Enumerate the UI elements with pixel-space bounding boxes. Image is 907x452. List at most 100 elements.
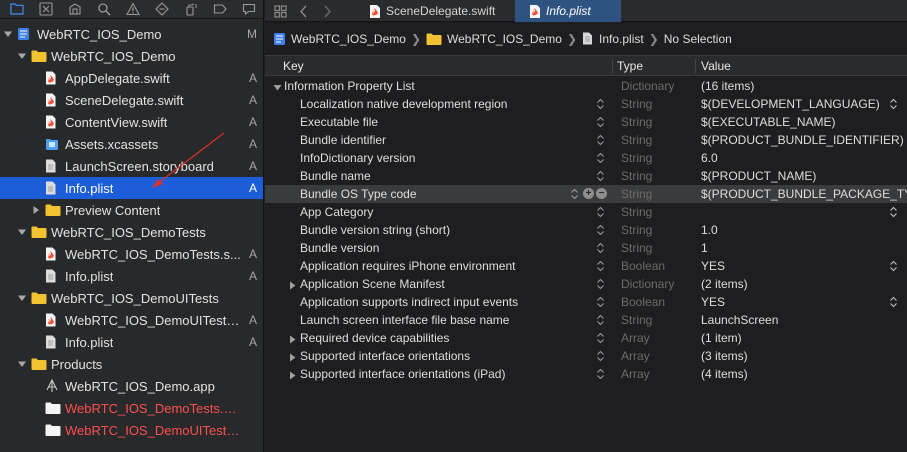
plist-type[interactable]: Boolean [621, 295, 665, 309]
type-column-header[interactable]: Type [617, 59, 643, 73]
file-tree-row[interactable]: Products [0, 353, 263, 375]
plist-value[interactable]: (2 items) [701, 277, 748, 291]
plist-value[interactable]: 1 [701, 241, 708, 255]
key-popup-stepper-icon[interactable] [596, 260, 605, 272]
key-popup-stepper-icon[interactable] [596, 206, 605, 218]
jumpbar-selection[interactable]: No Selection [664, 32, 732, 46]
plist-row[interactable]: Bundle OS Type code + − String $(PRODUCT_BUN… [265, 185, 907, 203]
tab-scenedelegate[interactable]: SceneDelegate.swift [355, 0, 513, 22]
source-control-icon[interactable] [31, 0, 60, 19]
plist-row[interactable]: Application requires iPhone environment B… [265, 257, 907, 275]
key-popup-stepper-icon[interactable] [596, 170, 605, 182]
plist-row[interactable]: Application supports indirect input even… [265, 293, 907, 311]
jumpbar-project[interactable]: WebRTC_IOS_Demo [273, 32, 406, 46]
plist-type[interactable]: String [621, 223, 652, 237]
find-icon[interactable] [89, 0, 118, 19]
key-popup-stepper-icon[interactable] [596, 332, 605, 344]
value-popup-stepper-icon[interactable] [889, 296, 898, 308]
file-tree-row[interactable]: WebRTC_IOS_Demo.app [0, 375, 263, 397]
plist-row[interactable]: Bundle identifier String $(PRODUCT_BUNDLE_… [265, 131, 907, 149]
test-diamond-icon[interactable] [147, 0, 176, 19]
plist-type[interactable]: String [621, 133, 652, 147]
disclosure-closed-icon[interactable] [288, 279, 297, 290]
key-popup-stepper-icon[interactable] [596, 296, 605, 308]
plist-row[interactable]: Application Scene Manifest Dictionary (2 i… [265, 275, 907, 293]
disclosure-open-icon[interactable] [17, 293, 27, 303]
key-popup-stepper-icon[interactable] [570, 188, 579, 200]
plist-value[interactable]: 6.0 [701, 151, 718, 165]
remove-item-button[interactable]: − [596, 188, 607, 199]
back-chevron-icon[interactable] [295, 2, 313, 20]
plist-value[interactable]: (16 items) [701, 79, 754, 93]
disclosure-closed-icon[interactable] [288, 333, 297, 344]
file-tree-row[interactable]: Assets.xcassets A [0, 133, 263, 155]
file-tree-row[interactable]: WebRTC_IOS_DemoUITests.... A [0, 309, 263, 331]
plist-type[interactable]: String [621, 169, 652, 183]
plist-row[interactable]: Supported interface orientations Array (3 … [265, 347, 907, 365]
key-popup-stepper-icon[interactable] [596, 278, 605, 290]
plist-type[interactable]: Array [621, 367, 650, 381]
file-tree-row[interactable]: WebRTC_IOS_Demo [0, 45, 263, 67]
plist-row[interactable]: Launch screen interface file base name St… [265, 311, 907, 329]
disclosure-closed-icon[interactable] [288, 351, 297, 362]
plist-value[interactable]: (4 items) [701, 367, 748, 381]
file-tree-row[interactable]: SceneDelegate.swift A [0, 89, 263, 111]
file-tree-row[interactable]: WebRTC_IOS_DemoTests.xctest [0, 397, 263, 419]
plist-row[interactable]: Bundle version String 1 [265, 239, 907, 257]
plist-row[interactable]: App Category String [265, 203, 907, 221]
disclosure-closed-icon[interactable] [288, 369, 297, 380]
file-tree-row[interactable]: LaunchScreen.storyboard A [0, 155, 263, 177]
plist-type[interactable]: Dictionary [621, 277, 674, 291]
key-popup-stepper-icon[interactable] [596, 98, 605, 110]
file-tree-row[interactable]: WebRTC_IOS_DemoUITests.xct... [0, 419, 263, 441]
plist-type[interactable]: String [621, 97, 652, 111]
file-tree-row[interactable]: Info.plist A [0, 177, 263, 199]
plist-type[interactable]: Array [621, 331, 650, 345]
symbol-icon[interactable] [60, 0, 89, 19]
file-tree-row[interactable]: WebRTC_IOS_DemoTests [0, 221, 263, 243]
key-popup-stepper-icon[interactable] [596, 350, 605, 362]
file-tree-row[interactable]: WebRTC_IOS_DemoUITests [0, 287, 263, 309]
plist-value[interactable]: $(EXECUTABLE_NAME) [701, 115, 835, 129]
plist-row[interactable]: Supported interface orientations (iPad) A… [265, 365, 907, 383]
plist-value[interactable]: $(PRODUCT_NAME) [701, 169, 816, 183]
plist-row[interactable]: Information Property List Dictionary (16 i… [265, 77, 907, 95]
file-tree-row[interactable]: WebRTC_IOS_Demo M [0, 23, 263, 45]
key-popup-stepper-icon[interactable] [596, 242, 605, 254]
disclosure-open-icon[interactable] [17, 227, 27, 237]
plist-type[interactable]: String [621, 151, 652, 165]
plist-value[interactable]: 1.0 [701, 223, 718, 237]
plist-type[interactable]: String [621, 187, 652, 201]
plist-type[interactable]: String [621, 115, 652, 129]
plist-row[interactable]: Executable file String $(EXECUTABLE_NAME) [265, 113, 907, 131]
disclosure-open-icon[interactable] [273, 81, 282, 91]
plist-type[interactable]: String [621, 313, 652, 327]
value-popup-stepper-icon[interactable] [889, 206, 898, 218]
forward-chevron-icon[interactable] [318, 2, 336, 20]
column-divider[interactable] [695, 59, 696, 73]
plist-value[interactable]: (3 items) [701, 349, 748, 363]
plist-value[interactable]: YES [701, 259, 725, 273]
column-divider[interactable] [612, 59, 613, 73]
plist-type[interactable]: Array [621, 349, 650, 363]
report-icon[interactable] [234, 0, 263, 19]
key-popup-stepper-icon[interactable] [596, 224, 605, 236]
key-popup-stepper-icon[interactable] [596, 368, 605, 380]
debug-spray-icon[interactable] [176, 0, 205, 19]
jumpbar-group[interactable]: WebRTC_IOS_Demo [426, 32, 562, 46]
value-column-header[interactable]: Value [701, 59, 731, 73]
plist-row[interactable]: InfoDictionary version String 6.0 [265, 149, 907, 167]
plist-type[interactable]: String [621, 205, 652, 219]
issue-warning-icon[interactable] [118, 0, 147, 19]
key-popup-stepper-icon[interactable] [596, 116, 605, 128]
plist-row[interactable]: Bundle version string (short) String 1.0 [265, 221, 907, 239]
disclosure-open-icon[interactable] [17, 359, 27, 369]
value-popup-stepper-icon[interactable] [889, 98, 898, 110]
breakpoint-icon[interactable] [205, 0, 234, 19]
key-popup-stepper-icon[interactable] [596, 314, 605, 326]
disclosure-open-icon[interactable] [17, 51, 27, 61]
file-tree-row[interactable]: WebRTC_IOS_DemoTests.s... A [0, 243, 263, 265]
key-popup-stepper-icon[interactable] [596, 152, 605, 164]
file-tree-row[interactable]: Info.plist A [0, 265, 263, 287]
plist-value[interactable]: $(PRODUCT_BUNDLE_PACKAGE_TYPE) [701, 187, 907, 201]
